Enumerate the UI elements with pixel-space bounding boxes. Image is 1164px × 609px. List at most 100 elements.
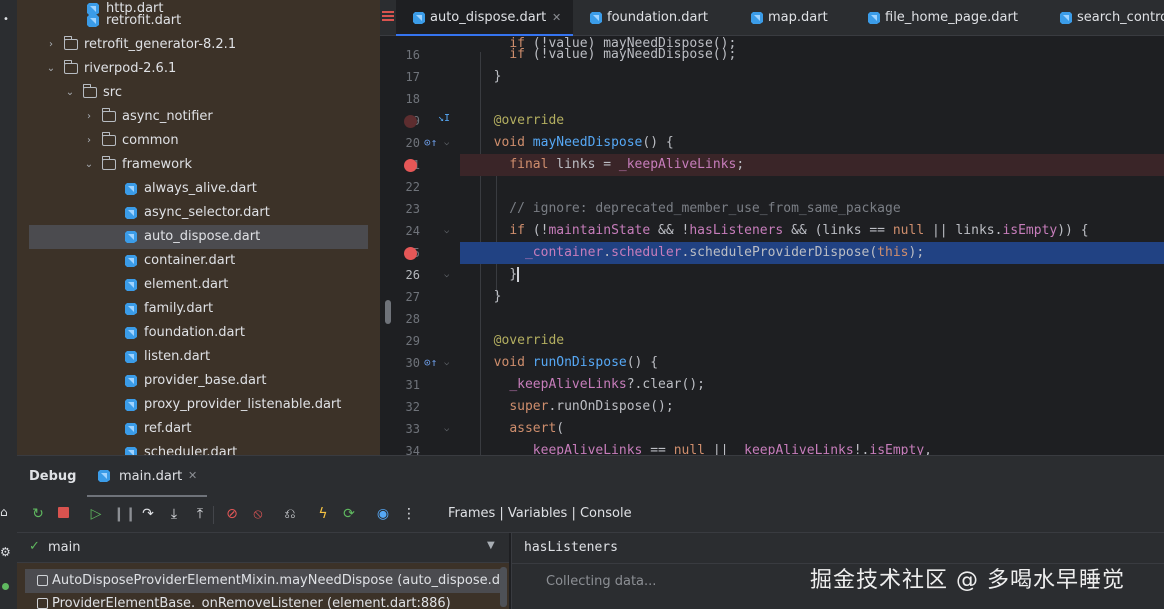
dart-file-icon [125,183,137,195]
tab-menu-icon[interactable] [382,11,394,21]
code-line[interactable]: 18 [396,88,1164,110]
dart-file-icon [1060,12,1072,24]
tree-folder[interactable]: › retrofit_generator-8.2.1 [17,33,380,57]
view-breakpoints-icon[interactable]: ⊘ [223,505,241,523]
editor-tab[interactable]: foundation.dart [573,0,734,36]
code-line[interactable]: 25 _container.scheduler.scheduleProvider… [396,242,1164,264]
hot-restart-icon[interactable]: ⟳ [340,505,358,523]
code-line[interactable]: 23 // ignore: deprecated_member_use_from… [396,198,1164,220]
tree-file[interactable]: proxy_provider_listenable.dart [17,393,380,417]
chevron-right-icon[interactable]: › [84,105,94,129]
override-gutter-icon[interactable]: ⊙↑ [424,132,437,154]
tree-file[interactable]: scheduler.dart [17,441,380,455]
stack-frame[interactable]: AutoDisposeProviderElementMixin.mayNeedD… [25,569,509,593]
tree-file[interactable]: auto_dispose.dart [29,225,368,249]
fold-icon[interactable]: ⌵ [444,132,449,154]
tree-file[interactable]: foundation.dart [17,321,380,345]
tree-file[interactable]: ref.dart [17,417,380,441]
debug-session-tab[interactable]: main.dart ✕ [87,456,207,497]
code-line[interactable]: 30 ⊙↑ ⌵ void runOnDispose() { [396,352,1164,374]
stop-icon[interactable] [54,505,72,523]
tree-folder[interactable]: › common [17,129,380,153]
code-line[interactable]: 22 [396,176,1164,198]
fold-icon[interactable]: ⌵ [444,264,449,286]
code-line[interactable]: 34 _keepAliveLinks == null || _keepAlive… [396,440,1164,455]
resume-icon[interactable]: ▷ [87,505,105,523]
tree-file[interactable]: container.dart [17,249,380,273]
tree-item-label: proxy_provider_listenable.dart [144,397,342,412]
chevron-down-icon[interactable]: ⌄ [84,153,94,177]
line-number: 33 [405,422,420,436]
stack-frame[interactable]: ProviderElementBase._onRemoveListener (e… [17,592,509,609]
breakpoint-icon[interactable] [404,247,417,260]
tree-file[interactable]: provider_base.dart [17,369,380,393]
tree-file[interactable]: retrofit.dart [17,9,380,33]
tree-scrollbar[interactable] [385,300,391,324]
code-line[interactable]: 21 final links = _keepAliveLinks; [396,154,1164,176]
code-line[interactable]: 17 } [396,66,1164,88]
tree-folder[interactable]: › async_notifier [17,105,380,129]
mute-breakpoints-icon[interactable]: ⦸ [249,505,267,523]
step-over-icon[interactable]: ↷ [139,505,157,523]
step-into-icon[interactable]: ⤓ [165,505,183,523]
code-line[interactable]: 31 _keepAliveLinks?.clear(); [396,374,1164,396]
chevron-right-icon[interactable]: › [84,129,94,153]
tree-item-label: provider_base.dart [144,373,267,388]
tree-folder[interactable]: ⌄ riverpod-2.6.1 [17,57,380,81]
exception-icon[interactable]: ⎌ [281,505,299,523]
code-line[interactable]: 20 ⊙↑ ⌵ void mayNeedDispose() { [396,132,1164,154]
code-text: void runOnDispose() { [493,355,659,370]
tree-file[interactable]: element.dart [17,273,380,297]
editor-tab[interactable]: file_home_page.dart [851,0,1043,36]
chevron-down-icon[interactable]: ⌄ [65,81,75,105]
thread-name: main [48,540,81,555]
tree-file[interactable]: async_selector.dart [17,201,380,225]
chevron-down-icon[interactable]: ▼ [487,540,495,551]
editor-tab[interactable]: search_controller.dart [1043,0,1164,36]
editor-tab[interactable]: map.dart [734,0,851,36]
code-line[interactable]: 19↘I @override [396,110,1164,132]
code-line[interactable]: 26 ⌵ } [396,264,1164,286]
code-line[interactable]: 28 [396,308,1164,330]
frames-scrollbar[interactable] [500,567,507,607]
thread-selector[interactable]: ✓ main ▼ [17,533,509,563]
fold-icon[interactable]: ⌵ [444,220,449,242]
fold-icon[interactable]: ⌵ [444,352,449,374]
line-number: 30 [405,356,420,370]
dart-file-icon [413,12,425,24]
breakpoint-icon[interactable] [404,159,417,172]
tree-file[interactable]: listen.dart [17,345,380,369]
override-gutter-icon[interactable]: ⊙↑ [424,352,437,374]
close-icon[interactable]: ✕ [188,469,197,482]
status-dot-icon [2,583,9,590]
restart-icon[interactable]: ↻ [29,505,47,523]
pause-icon[interactable]: ❙❙ [113,505,136,523]
more-icon[interactable]: ⋮ [400,505,418,523]
settings-icon[interactable]: ⚙ [0,545,11,559]
code-line[interactable]: 24 ⌵ if (!maintainState && !hasListeners … [396,220,1164,242]
code-line[interactable]: 27 } [396,286,1164,308]
step-out-icon[interactable]: ⤒ [191,505,209,523]
tree-folder[interactable]: ⌄ src [17,81,380,105]
frame-icon [37,575,48,586]
code-line[interactable]: 33 ⌵ assert( [396,418,1164,440]
tree-file[interactable]: family.dart [17,297,380,321]
devtools-icon[interactable]: ◉ [374,505,392,523]
hot-reload-icon[interactable]: ϟ [314,505,332,523]
code-line[interactable]: 16 if (!value) mayNeedDispose(); [396,44,1164,66]
frames-variables-console-header[interactable]: Frames | Variables | Console [448,506,632,521]
editor-tab[interactable]: auto_dispose.dart ✕ [396,0,573,36]
fold-icon[interactable]: ⌵ [444,418,449,440]
breakpoint-disabled-icon[interactable] [404,115,417,128]
close-icon[interactable]: ✕ [552,0,561,36]
frame-label: ProviderElementBase._onRemoveListener (e… [52,596,451,609]
chevron-right-icon[interactable]: › [46,33,56,57]
tree-file[interactable]: always_alive.dart [17,177,380,201]
tree-folder[interactable]: ⌄ framework [17,153,380,177]
code-line[interactable]: 29 @override [396,330,1164,352]
home-icon[interactable]: ⌂ [0,505,8,519]
code-editor[interactable]: if (!value) mayNeedDispose(); 16 if (!val… [396,36,1164,455]
chevron-down-icon[interactable]: ⌄ [46,57,56,81]
code-line[interactable]: 32 super.runOnDispose(); [396,396,1164,418]
frames-list: AutoDisposeProviderElementMixin.mayNeedD… [17,563,509,609]
